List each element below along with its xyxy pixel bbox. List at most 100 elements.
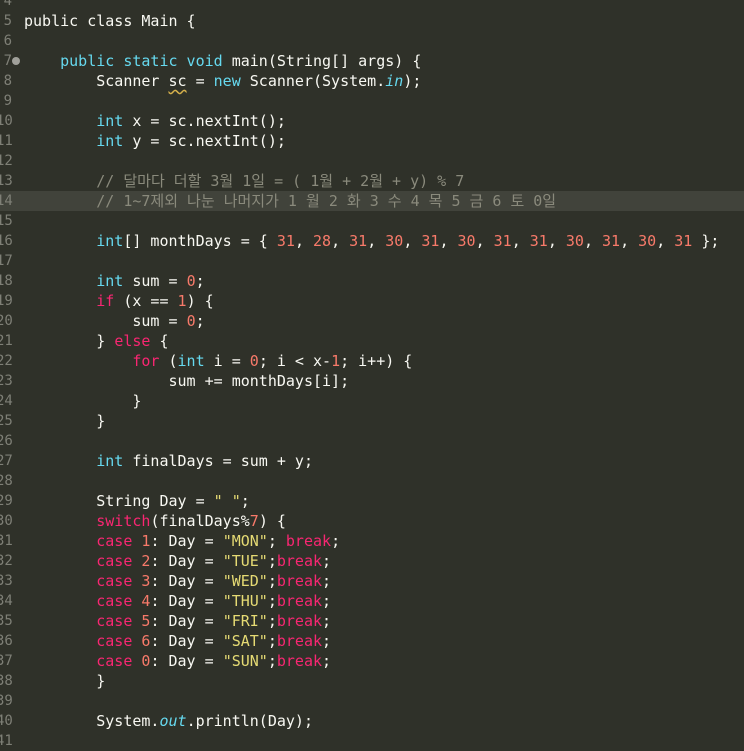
code-line[interactable]: 8 Scanner sc = new Scanner(System.in); (0, 71, 744, 91)
code-line[interactable]: 31 case 1: Day = "MON"; break; (0, 531, 744, 551)
code-line[interactable]: 10 int x = sc.nextInt(); (0, 111, 744, 131)
code-token: sum = (24, 312, 187, 330)
code-token: , (294, 232, 313, 250)
code-token: 30 (457, 232, 476, 250)
code-line[interactable]: 29 String Day = " "; (0, 491, 744, 511)
code-token: 30 (638, 232, 657, 250)
line-number: 6 (3, 33, 12, 49)
code-line[interactable]: 4 (0, 0, 744, 11)
code-line[interactable]: 11 int y = sc.nextInt(); (0, 131, 744, 151)
code-token: break (276, 612, 323, 630)
code-line[interactable]: 19 if (x == 1) { (0, 291, 744, 311)
code-token: 31 (674, 232, 693, 250)
line-number: 31 (0, 533, 13, 549)
code-line[interactable]: 39 (0, 691, 744, 711)
code-token: main(String[] args) { (231, 52, 422, 70)
code-token: ; (267, 552, 277, 570)
code-line[interactable]: 37 case 0: Day = "SUN";break; (0, 651, 744, 671)
line-number: 8 (3, 73, 12, 89)
line-number: 40 (0, 713, 13, 729)
code-token: } (24, 392, 142, 410)
code-token: for (24, 352, 160, 370)
code-line[interactable]: 41 (0, 731, 744, 751)
code-token: in (385, 72, 404, 90)
code-token: , (547, 232, 566, 250)
code-text: case 6: Day = "SAT";break; (24, 631, 331, 651)
code-text: int sum = 0; (24, 271, 204, 291)
code-text: int x = sc.nextInt(); (24, 111, 286, 131)
line-number: 16 (0, 233, 13, 249)
code-line[interactable]: 22 for (int i = 0; i < x-1; i++) { (0, 351, 744, 371)
code-token: ; (322, 612, 332, 630)
code-line[interactable]: 35 case 5: Day = "FRI";break; (0, 611, 744, 631)
code-line[interactable]: 12 (0, 151, 744, 171)
code-text: int y = sc.nextInt(); (24, 131, 286, 151)
code-token: out (159, 712, 187, 730)
code-token: ; i < x- (258, 352, 332, 370)
code-line[interactable]: 15 (0, 211, 744, 231)
code-line[interactable]: 6 (0, 31, 744, 51)
code-token: case (24, 612, 133, 630)
code-token: y = sc.nextInt(); (123, 132, 286, 150)
code-token: = (186, 72, 214, 90)
code-token: ; (267, 572, 277, 590)
code-token: break (276, 552, 323, 570)
line-number: 32 (0, 553, 13, 569)
code-line[interactable]: 34 case 4: Day = "THU";break; (0, 591, 744, 611)
code-line[interactable]: 40 System.out.println(Day); (0, 711, 744, 731)
line-number: 26 (0, 433, 13, 449)
code-token: finalDays = sum + y; (123, 452, 313, 470)
code-line[interactable]: 21 } else { (0, 331, 744, 351)
code-line[interactable]: 28 (0, 471, 744, 491)
code-text: // 1~7제외 나눈 나머지가 1 월 2 화 3 수 4 목 5 금 6 토… (24, 191, 556, 211)
code-line[interactable]: 5 public class Main { (0, 11, 744, 31)
line-number: 7 (3, 53, 12, 69)
code-token: , (511, 232, 530, 250)
code-line[interactable]: 25 } (0, 411, 744, 431)
code-line[interactable]: 33 case 3: Day = "WED";break; (0, 571, 744, 591)
code-token: int (24, 132, 124, 150)
line-number: 28 (0, 473, 13, 489)
line-number: 19 (0, 293, 13, 309)
code-line[interactable]: 30 switch(finalDays%7) { (0, 511, 744, 531)
line-number: 20 (0, 313, 13, 329)
code-line[interactable]: 23 sum += monthDays[i]; (0, 371, 744, 391)
code-text: if (x == 1) { (24, 291, 213, 311)
code-text: System.out.println(Day); (24, 711, 313, 731)
code-token: ; (267, 612, 277, 630)
code-line[interactable]: 13 // 달마다 더할 3월 1일 = ( 1월 + 2월 + y) % 7 (0, 171, 744, 191)
code-token: break (276, 572, 323, 590)
code-token: , (656, 232, 675, 250)
line-number: 25 (0, 413, 13, 429)
code-line[interactable]: 18 int sum = 0; (0, 271, 744, 291)
code-text: case 0: Day = "SUN";break; (24, 651, 331, 671)
code-token: System. (24, 712, 160, 730)
code-token: ; (267, 652, 277, 670)
line-number: 9 (3, 93, 12, 109)
code-token: (x == (114, 292, 178, 310)
code-line[interactable]: 14 // 1~7제외 나눈 나머지가 1 월 2 화 3 수 4 목 5 금 … (0, 191, 744, 211)
code-text: int[] monthDays = { 31, 28, 31, 30, 31, … (24, 231, 719, 251)
code-text: Scanner sc = new Scanner(System.in); (24, 71, 421, 91)
code-line[interactable]: 24 } (0, 391, 744, 411)
code-line[interactable]: 20 sum = 0; (0, 311, 744, 331)
code-line[interactable]: 9 (0, 91, 744, 111)
line-number: 37 (0, 653, 13, 669)
code-token: sum += monthDays[i]; (24, 372, 350, 390)
code-line[interactable]: 16 int[] monthDays = { 31, 28, 31, 30, 3… (0, 231, 744, 251)
code-token: } (24, 672, 106, 690)
code-line[interactable]: 26 (0, 431, 744, 451)
code-token: : Day = (150, 572, 223, 590)
fold-marker-icon[interactable] (12, 57, 20, 65)
code-line[interactable]: 17 (0, 251, 744, 271)
code-token: 0 (249, 352, 259, 370)
code-line[interactable]: 38 } (0, 671, 744, 691)
code-line[interactable]: 7 public static void main(String[] args)… (0, 51, 744, 71)
code-line[interactable]: 27 int finalDays = sum + y; (0, 451, 744, 471)
code-token: public static void (24, 52, 232, 70)
code-text: case 3: Day = "WED";break; (24, 571, 331, 591)
code-editor[interactable]: 4 5 public class Main { 6 7 public static vo… (0, 0, 744, 751)
code-text: public static void main(String[] args) { (24, 51, 421, 71)
code-line[interactable]: 32 case 2: Day = "TUE";break; (0, 551, 744, 571)
code-line[interactable]: 36 case 6: Day = "SAT";break; (0, 631, 744, 651)
